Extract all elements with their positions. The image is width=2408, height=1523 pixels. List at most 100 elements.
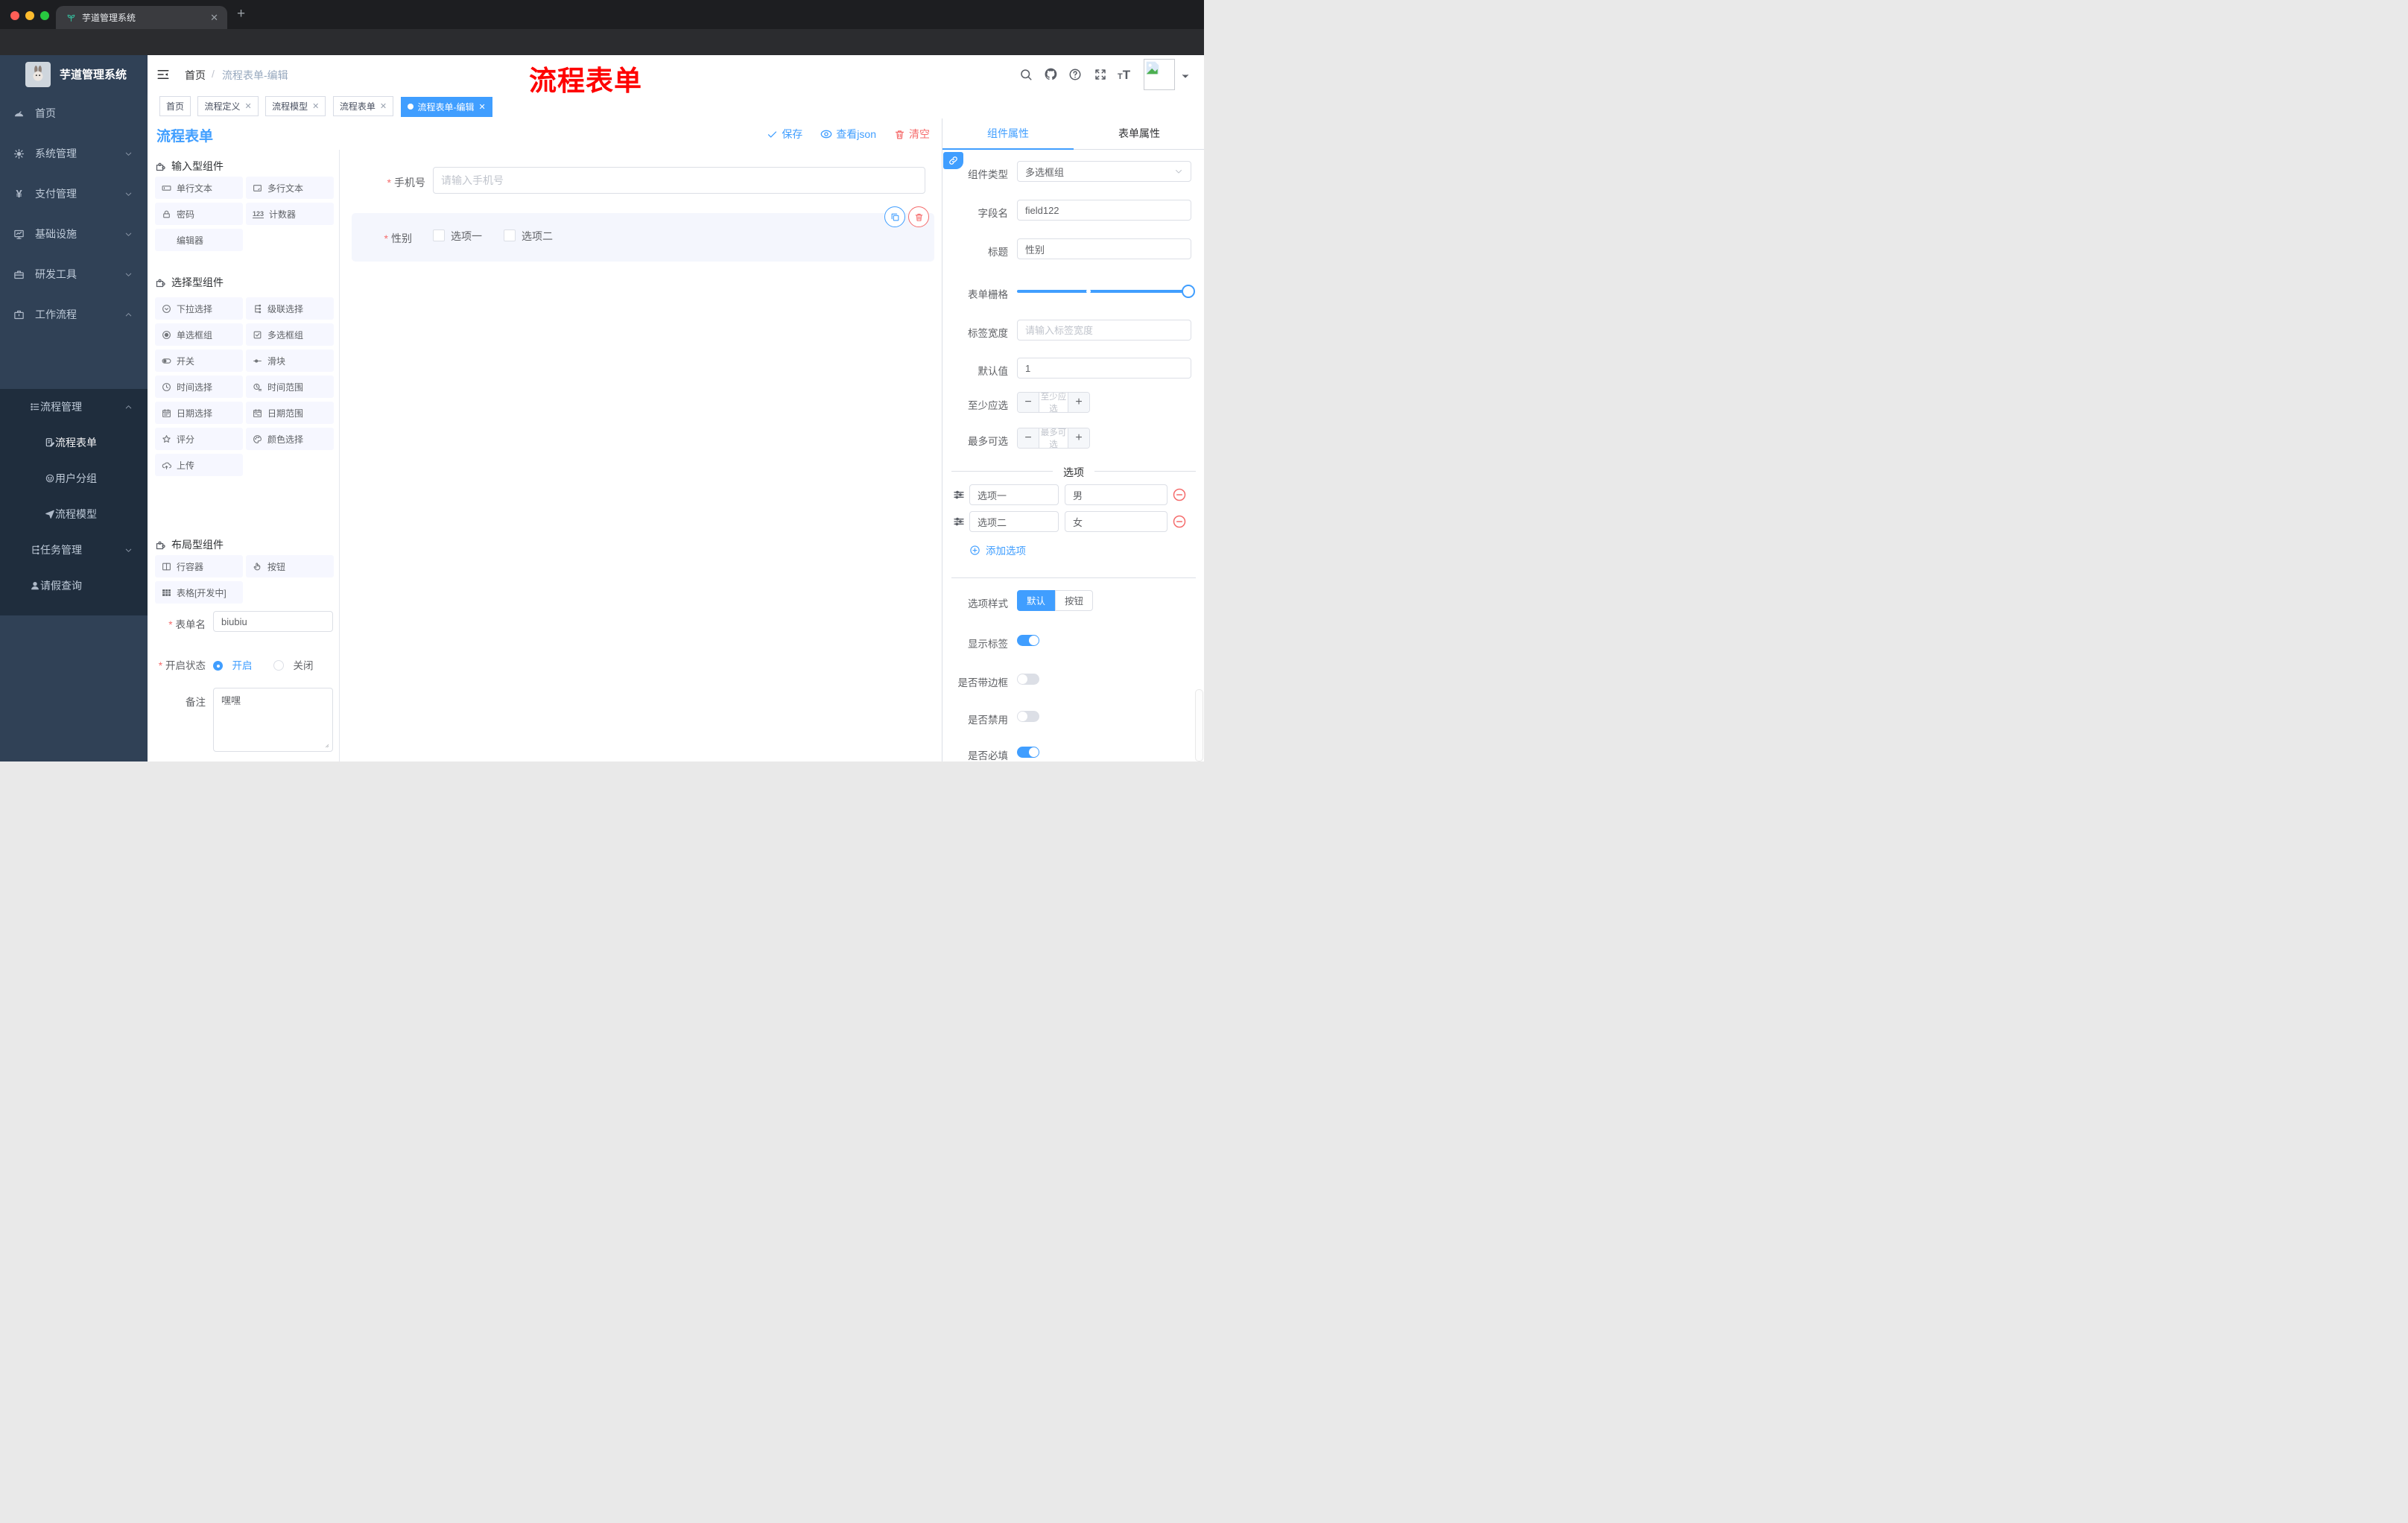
tab-close-icon[interactable]: ✕ (380, 101, 387, 111)
breadcrumb-home[interactable]: 首页 (185, 68, 206, 83)
component-date-picker[interactable]: 日期选择 (155, 402, 243, 424)
tab-form-props[interactable]: 表单属性 (1074, 118, 1204, 149)
fullscreen-icon[interactable] (1094, 68, 1107, 81)
phone-field-input[interactable] (433, 167, 925, 194)
sidebar-item-payment[interactable]: ¥ 支付管理 (0, 174, 148, 214)
stepper-increase-button[interactable]: + (1068, 428, 1089, 448)
sidebar-item-infra[interactable]: 基础设施 (0, 214, 148, 254)
tab-close-icon[interactable]: ✕ (210, 12, 218, 24)
component-date-range[interactable]: 日期范围 (246, 402, 334, 424)
sidebar-collapse-icon[interactable] (156, 68, 170, 81)
stepper-decrease-button[interactable]: − (1018, 428, 1039, 448)
browser-tab[interactable]: 芋道管理系统 ✕ (56, 6, 227, 29)
tab-process-form[interactable]: 流程表单 ✕ (332, 96, 394, 116)
component-cascader[interactable]: 级联选择 (246, 297, 334, 320)
style-button-button[interactable]: 按钮 (1055, 590, 1094, 611)
disabled-toggle-off[interactable] (1017, 711, 1039, 722)
stepper-increase-button[interactable]: + (1068, 393, 1089, 412)
delete-component-button[interactable] (908, 206, 929, 227)
avatar[interactable] (1144, 59, 1175, 90)
github-icon[interactable] (1044, 67, 1058, 81)
component-counter[interactable]: 123 计数器 (246, 203, 334, 225)
required-toggle-on[interactable] (1017, 747, 1039, 758)
selected-component-gender[interactable]: 性别 选项一 选项二 (352, 213, 934, 262)
style-default-button[interactable]: 默认 (1017, 590, 1056, 611)
component-upload[interactable]: 上传 (155, 454, 243, 476)
save-button[interactable]: 保存 (767, 127, 802, 142)
remove-option-icon[interactable] (1172, 487, 1187, 502)
component-time-range[interactable]: 时间范围 (246, 376, 334, 398)
copy-component-button[interactable] (884, 206, 905, 227)
drag-handle-icon[interactable] (953, 516, 965, 528)
option-2-label-input[interactable] (969, 511, 1059, 532)
search-icon[interactable] (1019, 68, 1033, 81)
label-width-input[interactable] (1017, 320, 1191, 341)
tab-home[interactable]: 首页 (159, 96, 191, 116)
sidebar-item-user-group[interactable]: 用户分组 (0, 460, 148, 496)
sidebar-item-task-mgmt[interactable]: 任务管理 (0, 532, 148, 568)
checkbox-icon[interactable] (433, 229, 445, 241)
tab-process-form-edit[interactable]: 流程表单-编辑 ✕ (400, 96, 492, 117)
drag-handle-icon[interactable] (953, 489, 965, 501)
radio-closed[interactable]: 关闭 (273, 657, 313, 673)
tab-component-props[interactable]: 组件属性 (942, 118, 1074, 149)
sidebar-item-workflow[interactable]: 工作流程 (0, 294, 148, 335)
tab-close-icon[interactable]: ✕ (244, 101, 251, 111)
add-option-button[interactable]: 添加选项 (969, 542, 1026, 557)
sidebar-item-process-model[interactable]: 流程模型 (0, 496, 148, 532)
field-name-input[interactable] (1017, 200, 1191, 221)
checkbox-icon[interactable] (504, 229, 516, 241)
radio-open[interactable]: 开启 (213, 657, 252, 673)
sidebar-logo[interactable]: 芋道管理系统 (0, 55, 148, 93)
view-json-button[interactable]: 查看json (820, 127, 876, 142)
component-slider[interactable]: 滑块 (246, 349, 334, 372)
default-value-input[interactable] (1017, 358, 1191, 379)
component-select[interactable]: 下拉选择 (155, 297, 243, 320)
form-remark-textarea[interactable]: 嘿嘿 (213, 688, 333, 752)
resize-handle-icon[interactable] (322, 741, 329, 748)
sidebar-item-process-form[interactable]: 流程表单 (0, 425, 148, 460)
new-tab-icon[interactable]: + (237, 6, 245, 22)
option-1-value-input[interactable] (1065, 484, 1167, 505)
min-select-value[interactable]: 至少应选 (1039, 393, 1068, 412)
type-select[interactable]: 多选框组 (1017, 161, 1191, 182)
form-canvas[interactable]: 手机号 性别 选项一 选项二 (340, 150, 942, 762)
component-single-text[interactable]: 单行文本 (155, 177, 243, 199)
component-rate[interactable]: 评分 (155, 428, 243, 450)
grid-span-slider-track[interactable] (1017, 290, 1188, 293)
component-row-container[interactable]: 行容器 (155, 555, 243, 577)
component-switch[interactable]: 开关 (155, 349, 243, 372)
border-toggle-off[interactable] (1017, 674, 1039, 685)
close-window-button[interactable] (10, 11, 19, 20)
sidebar-item-process-mgmt[interactable]: 流程管理 (0, 389, 148, 425)
show-label-toggle-on[interactable] (1017, 635, 1039, 646)
component-password[interactable]: 密码 (155, 203, 243, 225)
tab-close-icon[interactable]: ✕ (479, 102, 486, 112)
panel-scrollbar-thumb[interactable] (1195, 689, 1203, 762)
component-time-picker[interactable]: 时间选择 (155, 376, 243, 398)
tab-close-icon[interactable]: ✕ (312, 101, 319, 111)
font-size-icon[interactable]: TT (1118, 68, 1130, 83)
sidebar-item-leave-query[interactable]: 请假查询 (0, 568, 148, 604)
minimize-window-button[interactable] (25, 11, 34, 20)
tab-process-definition[interactable]: 流程定义 ✕ (197, 96, 259, 116)
component-textarea[interactable]: 多行文本 (246, 177, 334, 199)
option-1-label-input[interactable] (969, 484, 1059, 505)
title-input[interactable] (1017, 238, 1191, 259)
component-button[interactable]: 按钮 (246, 555, 334, 577)
form-name-input[interactable] (213, 611, 333, 632)
sidebar-item-home[interactable]: 首页 (0, 93, 148, 133)
gender-option-2[interactable]: 选项二 (504, 229, 553, 244)
sidebar-item-system[interactable]: 系统管理 (0, 133, 148, 174)
stepper-decrease-button[interactable]: − (1018, 393, 1039, 412)
remove-option-icon[interactable] (1172, 514, 1187, 529)
max-select-value[interactable]: 最多可选 (1039, 428, 1068, 448)
component-color-picker[interactable]: 颜色选择 (246, 428, 334, 450)
gender-option-1[interactable]: 选项一 (433, 229, 482, 244)
component-radio-group[interactable]: 单选框组 (155, 323, 243, 346)
component-editor[interactable]: 编辑器 (155, 229, 243, 251)
component-checkbox-group[interactable]: 多选框组 (246, 323, 334, 346)
help-icon[interactable] (1068, 68, 1082, 81)
traffic-lights[interactable] (10, 10, 55, 24)
sidebar-item-devtools[interactable]: 研发工具 (0, 254, 148, 294)
